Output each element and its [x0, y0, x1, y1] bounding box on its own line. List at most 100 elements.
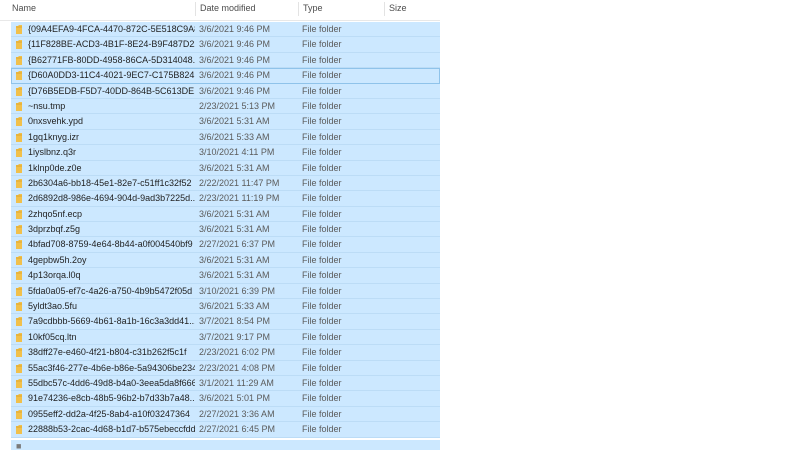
file-row[interactable]: 10kf05cq.ltn 3/7/2021 9:17 PM File folde…: [11, 329, 440, 346]
file-name: 2d6892d8-986e-4694-904d-9ad3b7225d...: [28, 193, 195, 204]
file-type: File folder: [302, 85, 342, 96]
folder-icon: [16, 101, 22, 111]
file-type: File folder: [302, 316, 342, 327]
file-date-modified: 3/6/2021 5:31 AM: [199, 208, 270, 219]
file-date-modified: 3/10/2021 6:39 PM: [199, 285, 276, 296]
file-type: File folder: [302, 362, 342, 373]
file-name: 7a9cdbbb-5669-4b61-8a1b-16c3a3dd41...: [28, 316, 195, 327]
folder-icon: [16, 394, 22, 404]
folder-icon: [16, 178, 22, 188]
file-row[interactable]: {D60A0DD3-11C4-4021-9EC7-C175B824... 3/6…: [11, 68, 440, 84]
folder-icon: [16, 71, 22, 81]
file-name: 5yldt3ao.5fu: [28, 301, 78, 312]
file-row[interactable]: {D76B5EDB-F5D7-40DD-864B-5C613DE... 3/6/…: [11, 83, 440, 99]
file-name: 10kf05cq.ltn: [28, 331, 77, 342]
file-date-modified: 3/6/2021 9:46 PM: [199, 24, 271, 34]
file-name: {B62771FB-80DD-4958-86CA-5D314048...: [28, 54, 195, 65]
file-name: 1klnp0de.z0e: [28, 162, 82, 173]
file-row[interactable]: 2zhqo5nf.ecp 3/6/2021 5:31 AM File folde…: [11, 206, 440, 223]
folder-icon: [16, 209, 22, 219]
file-type: File folder: [302, 162, 342, 173]
file-name: 5fda0a05-ef7c-4a26-a750-4b9b5472f05d: [28, 285, 193, 296]
file-row[interactable]: 0955eff2-dd2a-4f25-8ab4-a10f03247364 2/2…: [11, 406, 440, 423]
file-row[interactable]: 2d6892d8-986e-4694-904d-9ad3b7225d... 2/…: [11, 191, 440, 207]
file-row[interactable]: 1gq1knyg.izr 3/6/2021 5:33 AM File folde…: [11, 129, 440, 146]
folder-icon: [16, 240, 22, 250]
column-header-name[interactable]: Name: [8, 0, 195, 20]
folder-icon: [16, 348, 22, 358]
file-name: 2b6304a6-bb18-45e1-82e7-c51ff1c32f52: [28, 177, 192, 188]
file-row[interactable]: 2b6304a6-bb18-45e1-82e7-c51ff1c32f52 2/2…: [11, 175, 440, 192]
folder-icon: [16, 425, 22, 435]
file-type: File folder: [302, 301, 342, 312]
file-row[interactable]: 4p13orqa.l0q 3/6/2021 5:31 AM File folde…: [11, 268, 440, 284]
file-name: 55dbc57c-4dd6-49d8-b4a0-3eea5da8f666: [28, 377, 195, 388]
file-date-modified: 2/27/2021 6:45 PM: [199, 424, 276, 435]
column-header-type[interactable]: Type: [298, 0, 384, 20]
file-date-modified: 2/22/2021 11:47 PM: [199, 177, 280, 188]
folder-icon: [16, 225, 22, 235]
file-type: File folder: [302, 193, 342, 204]
file-name: {11F828BE-ACD3-4B1F-8E24-B9F487D22...: [28, 39, 195, 50]
file-date-modified: 3/6/2021 5:31 AM: [199, 270, 270, 281]
folder-icon: [16, 194, 22, 204]
partial-row[interactable]: ■: [11, 440, 440, 450]
file-row[interactable]: {11F828BE-ACD3-4B1F-8E24-B9F487D22... 3/…: [11, 37, 440, 53]
file-row[interactable]: ~nsu.tmp 2/23/2021 5:13 PM File folder: [11, 98, 440, 115]
file-row[interactable]: 55dbc57c-4dd6-49d8-b4a0-3eea5da8f666 3/1…: [11, 375, 440, 392]
file-date-modified: 2/27/2021 3:36 AM: [199, 408, 275, 419]
file-list-pane[interactable]: ⌃ Name Date modified Type Size {09A4EFA9…: [0, 0, 440, 450]
file-date-modified: 3/6/2021 5:31 AM: [199, 254, 270, 265]
file-date-modified: 3/6/2021 5:33 AM: [199, 301, 270, 312]
file-name: 1gq1knyg.izr: [28, 131, 80, 142]
file-row[interactable]: 5yldt3ao.5fu 3/6/2021 5:33 AM File folde…: [11, 299, 440, 315]
folder-icon: [16, 332, 22, 342]
file-type: File folder: [302, 100, 342, 111]
folder-icon: [16, 286, 22, 296]
file-rows: {09A4EFA9-4FCA-4470-872C-5E518C9A8... 3/…: [11, 22, 440, 438]
file-row[interactable]: {09A4EFA9-4FCA-4470-872C-5E518C9A8... 3/…: [11, 22, 440, 38]
file-date-modified: 3/6/2021 9:46 PM: [199, 85, 271, 96]
file-date-modified: 3/6/2021 9:46 PM: [199, 70, 271, 81]
file-type: File folder: [302, 54, 342, 65]
file-type: File folder: [302, 270, 342, 281]
file-name: {D60A0DD3-11C4-4021-9EC7-C175B824...: [28, 70, 195, 81]
file-name: 1iyslbnz.q3r: [28, 147, 77, 158]
file-name: 91e74236-e8cb-48b5-96b2-b7d33b7a48...: [28, 393, 195, 404]
file-date-modified: 2/23/2021 6:02 PM: [199, 347, 276, 358]
file-type: File folder: [302, 224, 342, 235]
file-row[interactable]: 38dff27e-e460-4f21-b804-c31b262f5c1f 2/2…: [11, 345, 440, 361]
file-name: 22888b53-2cac-4d68-b1d7-b575ebeccfdd: [28, 424, 195, 435]
file-row[interactable]: {B62771FB-80DD-4958-86CA-5D314048... 3/6…: [11, 52, 440, 69]
file-row[interactable]: 1klnp0de.z0e 3/6/2021 5:31 AM File folde…: [11, 160, 440, 176]
file-type: File folder: [302, 39, 342, 50]
file-type: File folder: [302, 408, 342, 419]
file-name: ~nsu.tmp: [28, 100, 66, 111]
file-row[interactable]: 91e74236-e8cb-48b5-96b2-b7d33b7a48... 3/…: [11, 391, 440, 407]
file-type: File folder: [302, 131, 342, 142]
file-row[interactable]: 4bfad708-8759-4e64-8b44-a0f004540bf9 2/2…: [11, 237, 440, 253]
file-row[interactable]: 4gepbw5h.2oy 3/6/2021 5:31 AM File folde…: [11, 252, 440, 269]
partial-row-name: ■: [16, 441, 22, 450]
file-type: File folder: [302, 147, 342, 158]
folder-icon: [16, 25, 22, 34]
file-type: File folder: [302, 377, 342, 388]
column-header-size[interactable]: Size: [384, 0, 440, 20]
file-name: 0955eff2-dd2a-4f25-8ab4-a10f03247364: [28, 408, 190, 419]
file-row[interactable]: 55ac3f46-277e-4b6e-b86e-5a94306be234 2/2…: [11, 360, 440, 376]
file-name: 38dff27e-e460-4f21-b804-c31b262f5c1f: [28, 347, 187, 358]
file-name: {09A4EFA9-4FCA-4470-872C-5E518C9A8...: [28, 24, 195, 34]
file-row[interactable]: 1iyslbnz.q3r 3/10/2021 4:11 PM File fold…: [11, 145, 440, 161]
file-row[interactable]: 5fda0a05-ef7c-4a26-a750-4b9b5472f05d 3/1…: [11, 283, 440, 300]
file-row[interactable]: 0nxsvehk.ypd 3/6/2021 5:31 AM File folde…: [11, 114, 440, 130]
file-date-modified: 3/7/2021 9:17 PM: [199, 331, 271, 342]
file-type: File folder: [302, 24, 342, 34]
file-type: File folder: [302, 116, 342, 127]
file-row[interactable]: 3dprzbqf.z5g 3/6/2021 5:31 AM File folde…: [11, 222, 440, 238]
file-date-modified: 3/6/2021 5:31 AM: [199, 116, 270, 127]
file-row[interactable]: 22888b53-2cac-4d68-b1d7-b575ebeccfdd 2/2…: [11, 422, 440, 438]
file-name: 2zhqo5nf.ecp: [28, 208, 83, 219]
file-row[interactable]: 7a9cdbbb-5669-4b61-8a1b-16c3a3dd41... 3/…: [11, 314, 440, 330]
column-header-date-modified[interactable]: Date modified: [195, 0, 298, 20]
file-date-modified: 3/6/2021 5:31 AM: [199, 224, 270, 235]
